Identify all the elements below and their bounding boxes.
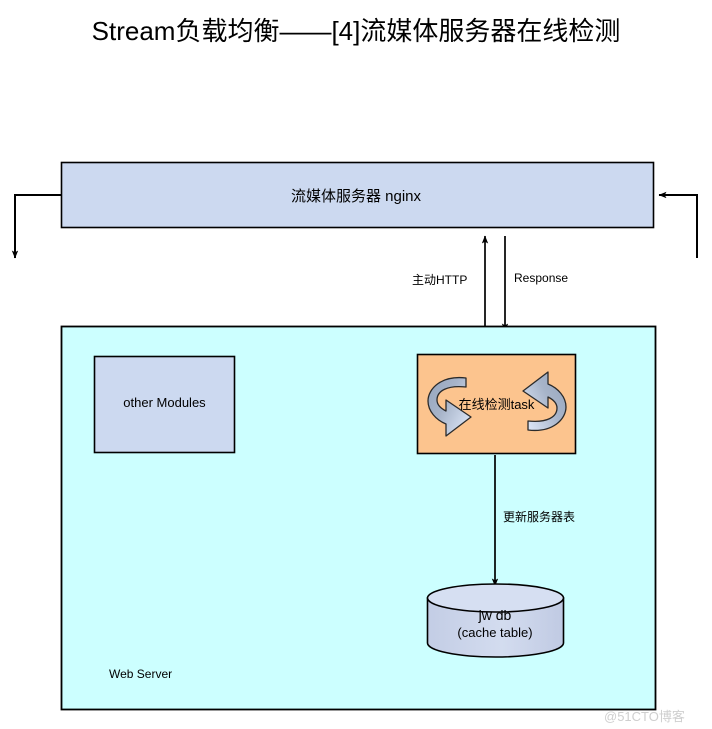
- edge-update-table-label: 更新服务器表: [503, 510, 576, 524]
- edge-response-label: Response: [514, 271, 569, 285]
- watermark: @51CTO博客: [604, 709, 685, 724]
- edge-http-label: 主动HTTP: [412, 273, 468, 287]
- diagram-canvas: Stream负载均衡——[4]流媒体服务器在线检测 流媒体服务器 nginx o…: [0, 0, 712, 729]
- node-web-server-label: Web Server: [109, 667, 173, 681]
- node-database-label-secondary: (cache table): [457, 625, 533, 640]
- node-nginx-label: 流媒体服务器 nginx: [290, 188, 422, 205]
- diagram-svg: [11, 161, 698, 711]
- node-other-modules-label: other Modules: [123, 395, 206, 410]
- node-database-label-primary: jw db: [478, 607, 512, 623]
- node-task-label: 在线检测task: [458, 397, 535, 412]
